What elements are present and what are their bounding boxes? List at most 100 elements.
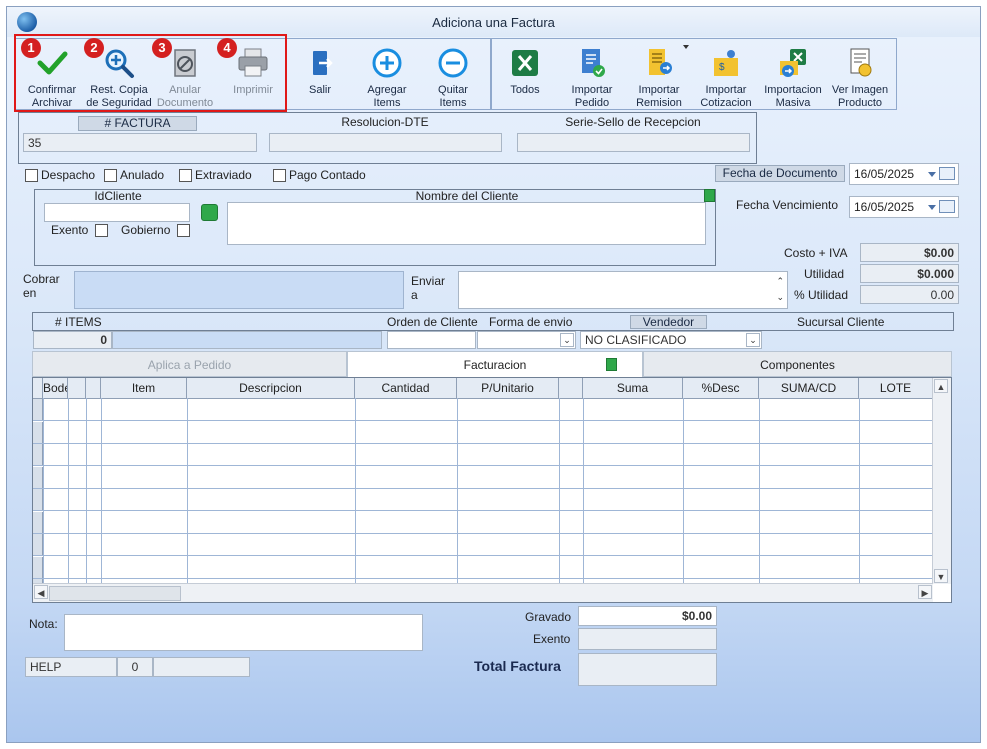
col-bodega[interactable]: Bodega	[43, 378, 68, 398]
scroll-right-icon[interactable]: ▶	[918, 585, 932, 599]
serie-field[interactable]	[517, 133, 750, 152]
scroll-down-icon[interactable]: ⌄	[776, 292, 784, 303]
col-suma-cd[interactable]: SUMA/CD	[759, 378, 859, 398]
forma-envio-select[interactable]: ⌄	[477, 331, 576, 349]
agregar-items-button[interactable]: Agregar Items	[351, 40, 423, 110]
nota-input[interactable]	[64, 614, 423, 651]
ver-imagen-button[interactable]: Ver Imagen Producto	[824, 40, 896, 110]
grid-divider	[355, 398, 356, 584]
exento-total-label: Exento	[533, 632, 571, 646]
chevron-down-icon[interactable]: ⌄	[746, 333, 760, 347]
col-item[interactable]: Item	[101, 378, 187, 398]
resolucion-field[interactable]	[269, 133, 502, 152]
col-lote[interactable]: LOTE	[859, 378, 933, 398]
importacion-masiva-button[interactable]: Importacion Masiva	[757, 40, 829, 110]
gravado-value: $0.00	[578, 606, 717, 626]
despacho-checkbox[interactable]: Despacho	[25, 168, 96, 183]
fecha-vencimiento-value: 16/05/2025	[854, 200, 915, 214]
items-grid[interactable]: Bodega Item Descripcion Cantidad P/Unita…	[32, 377, 952, 603]
vendedor-select[interactable]: NO CLASIFICADO ⌄	[580, 331, 762, 349]
table-row[interactable]	[33, 444, 933, 466]
grid-divider	[457, 398, 458, 584]
sucursal-cliente-label: Sucursal Cliente	[797, 315, 885, 329]
remision-dropdown-icon[interactable]	[683, 45, 689, 49]
calendar-icon[interactable]	[939, 200, 955, 213]
table-row[interactable]	[33, 489, 933, 511]
chevron-down-icon[interactable]: ⌄	[560, 333, 574, 347]
ver-imagen-label: Ver Imagen Producto	[831, 84, 889, 109]
despacho-label: Despacho	[41, 168, 96, 182]
scroll-thumb[interactable]	[49, 586, 181, 601]
row-selector[interactable]	[33, 466, 43, 488]
exento-checkbox[interactable]: Exento	[51, 223, 111, 238]
gravado-label: Gravado	[525, 610, 572, 624]
table-row[interactable]	[33, 421, 933, 444]
date-dropdown-icon[interactable]	[928, 205, 936, 210]
factura-field[interactable]: 35	[23, 133, 257, 152]
date-dropdown-icon[interactable]	[928, 172, 936, 177]
row-selector[interactable]	[33, 534, 43, 555]
client-notes-icon[interactable]	[704, 189, 715, 202]
fecha-documento-label: Fecha de Documento	[715, 165, 845, 182]
scroll-up-icon[interactable]: ▲	[934, 379, 948, 393]
col-descripcion[interactable]: Descripcion	[187, 378, 355, 398]
tab-facturacion[interactable]: Facturacion	[347, 351, 643, 377]
fecha-documento-picker[interactable]: 16/05/2025	[849, 163, 959, 185]
grid-divider	[683, 398, 684, 584]
col-suma[interactable]: Suma	[583, 378, 683, 398]
row-selector[interactable]	[33, 399, 43, 420]
scroll-up-icon[interactable]: ⌃	[776, 276, 784, 287]
total-factura-label: Total Factura	[474, 658, 561, 674]
quitar-items-label: Quitar Items	[438, 84, 468, 109]
id-cliente-input[interactable]	[44, 203, 190, 222]
col-desc[interactable]: %Desc	[683, 378, 759, 398]
scroll-left-icon[interactable]: ◀	[34, 585, 48, 599]
salir-button[interactable]: Salir	[284, 40, 356, 110]
window-title: Adiciona una Factura	[432, 15, 555, 30]
table-row[interactable]	[33, 511, 933, 534]
tab-notes-icon	[606, 358, 617, 371]
orden-cliente-input[interactable]	[387, 331, 476, 349]
col-cantidad[interactable]: Cantidad	[355, 378, 457, 398]
validate-client-icon[interactable]	[201, 204, 218, 221]
importar-cotizacion-button[interactable]: $ Importar Cotizacion	[690, 40, 762, 110]
table-row[interactable]	[33, 466, 933, 489]
anulado-checkbox[interactable]: Anulado	[104, 168, 164, 183]
order-import-icon	[582, 49, 605, 77]
todos-button[interactable]: Todos	[489, 40, 561, 110]
importar-pedido-button[interactable]: Importar Pedido	[556, 40, 628, 110]
table-row[interactable]	[33, 556, 933, 579]
cobrar-en-input[interactable]	[74, 271, 404, 309]
grid-vertical-scrollbar[interactable]: ▲ ▼	[932, 378, 951, 584]
nota-label: Nota:	[29, 617, 58, 631]
pago-contado-label: Pago Contado	[289, 168, 366, 182]
calendar-icon[interactable]	[939, 167, 955, 180]
row-selector[interactable]	[33, 511, 43, 533]
pago-contado-checkbox[interactable]: Pago Contado	[273, 168, 366, 183]
gobierno-checkbox[interactable]: Gobierno	[121, 223, 193, 238]
row-selector[interactable]	[33, 556, 43, 578]
importacion-masiva-label: Importacion Masiva	[764, 84, 822, 109]
grid-divider	[859, 398, 860, 584]
grid-horizontal-scrollbar[interactable]: ◀ ▶	[33, 583, 933, 602]
row-selector[interactable]	[33, 489, 43, 510]
utilidad-value: $0.000	[860, 264, 959, 283]
fecha-vencimiento-picker[interactable]: 16/05/2025	[849, 196, 959, 218]
serie-label: Serie-Sello de Recepcion	[565, 115, 701, 129]
nombre-cliente-input[interactable]	[227, 202, 706, 245]
extraviado-checkbox[interactable]: Extraviado	[179, 168, 252, 183]
vendedor-label: Vendedor	[630, 315, 707, 329]
bulk-import-icon	[780, 49, 806, 77]
grid-divider	[559, 398, 560, 584]
tab-aplica-pedido[interactable]: Aplica a Pedido	[32, 351, 347, 377]
enviar-a-input[interactable]: ⌃ ⌄	[458, 271, 788, 309]
table-row[interactable]	[33, 399, 933, 421]
scroll-down-icon[interactable]: ▼	[934, 569, 948, 583]
importar-remision-button[interactable]: Importar Remision	[623, 40, 695, 110]
quitar-items-button[interactable]: Quitar Items	[417, 40, 489, 110]
row-selector[interactable]	[33, 444, 43, 465]
col-p-unitario[interactable]: P/Unitario	[457, 378, 559, 398]
table-row[interactable]	[33, 534, 933, 556]
row-selector[interactable]	[33, 421, 43, 443]
tab-componentes[interactable]: Componentes	[643, 351, 952, 377]
